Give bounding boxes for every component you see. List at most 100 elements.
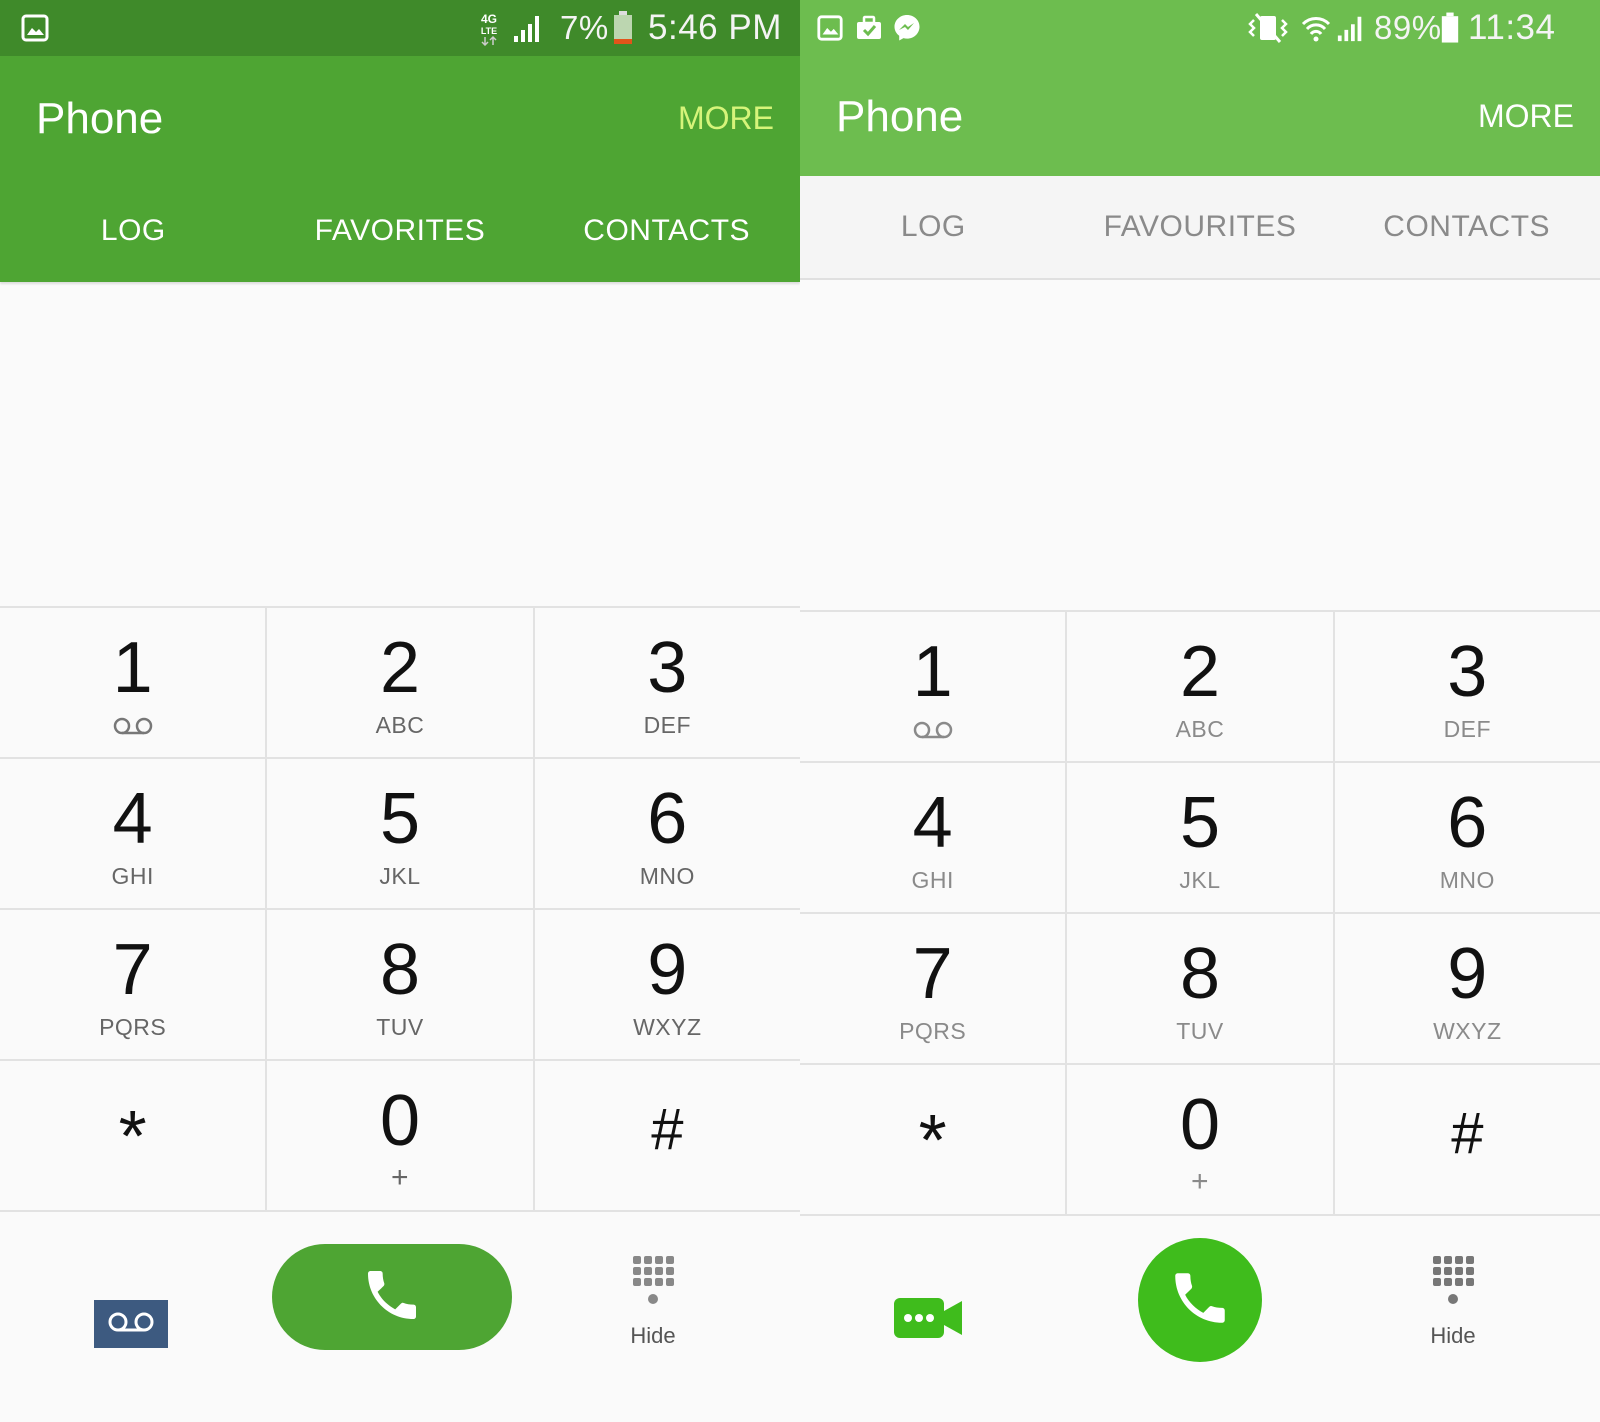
- key-letters: TUV: [376, 1014, 424, 1040]
- key-7[interactable]: 7 PQRS: [800, 914, 1068, 1063]
- key-digit: 6: [1447, 783, 1488, 863]
- key-letters: MNO: [1439, 867, 1495, 893]
- tab-contacts[interactable]: CONTACTS: [533, 180, 800, 282]
- key-digit: 8: [1179, 934, 1221, 1014]
- hide-keypad-button[interactable]: Hide: [600, 1254, 706, 1364]
- hide-label: Hide: [1430, 1323, 1476, 1348]
- key-letters: PQRS: [99, 1014, 167, 1040]
- key-1[interactable]: 1: [0, 608, 268, 757]
- key-digit: 0: [379, 1081, 421, 1161]
- key-5[interactable]: 5 JKL: [267, 759, 535, 908]
- key-digit: 4: [912, 783, 953, 863]
- key-letters: TUV: [1176, 1018, 1224, 1044]
- dial-row: * 0 + #: [0, 1061, 800, 1212]
- key-star[interactable]: *: [0, 1061, 268, 1210]
- tab-favorites[interactable]: FAVORITES: [267, 180, 534, 282]
- status-time: 5:46 PM: [648, 8, 782, 47]
- key-digit: 5: [379, 779, 421, 859]
- key-6[interactable]: 6 MNO: [1335, 763, 1600, 912]
- key-6[interactable]: 6 MNO: [535, 759, 800, 908]
- lte-icon: 4G LTE: [478, 0, 500, 56]
- key-9[interactable]: 9 WXYZ: [1335, 914, 1600, 1063]
- key-star[interactable]: *: [800, 1065, 1068, 1214]
- key-letters: DEF: [1443, 716, 1492, 742]
- key-4[interactable]: 4 GHI: [0, 759, 268, 908]
- key-2[interactable]: 2 ABC: [267, 608, 535, 757]
- key-digit: 2: [379, 628, 421, 708]
- call-button[interactable]: [1138, 1238, 1262, 1362]
- signal-icon: [512, 0, 544, 56]
- key-digit: 7: [912, 934, 953, 1014]
- key-digit: *: [118, 1097, 147, 1177]
- key-letters: JKL: [1179, 867, 1221, 893]
- hide-keypad-button[interactable]: Hide: [1400, 1254, 1506, 1364]
- tab-contacts[interactable]: CONTACTS: [1333, 176, 1600, 278]
- signal-icon: [1336, 0, 1366, 56]
- briefcase-icon: [854, 0, 884, 56]
- video-call-button[interactable]: [892, 1296, 964, 1344]
- status-bar: 89% 11:34: [800, 0, 1600, 56]
- key-9[interactable]: 9 WXYZ: [535, 910, 800, 1059]
- key-digit: 1: [112, 628, 153, 708]
- battery-icon: [1440, 0, 1460, 56]
- key-digit: 0: [1179, 1085, 1221, 1165]
- key-digit: 9: [1447, 934, 1488, 1014]
- key-letters: ABC: [1175, 716, 1225, 742]
- key-digit: #: [651, 1097, 684, 1162]
- tab-log[interactable]: LOG: [800, 176, 1067, 278]
- key-8[interactable]: 8 TUV: [1067, 914, 1335, 1063]
- app-bar: Phone MORE: [0, 56, 800, 180]
- key-8[interactable]: 8 TUV: [267, 910, 535, 1059]
- key-digit: 8: [379, 930, 421, 1010]
- key-letters: +: [1190, 1165, 1209, 1198]
- key-4[interactable]: 4 GHI: [800, 763, 1068, 912]
- key-letters: WXYZ: [633, 1014, 702, 1040]
- key-3[interactable]: 3 DEF: [535, 608, 800, 757]
- dial-row: 1 2 ABC 3 DEF: [0, 608, 800, 759]
- battery-percent: 89%: [1374, 9, 1442, 46]
- status-time: 11:34: [1468, 8, 1556, 47]
- more-button[interactable]: MORE: [678, 100, 774, 137]
- key-7[interactable]: 7 PQRS: [0, 910, 268, 1059]
- more-button[interactable]: MORE: [1478, 98, 1574, 135]
- keypad-icon: [631, 1254, 675, 1313]
- voicemail-button[interactable]: [94, 1300, 168, 1348]
- phone-screen-right: 89% 11:34 Phone MORE LOG FAVOURITES CONT…: [800, 0, 1600, 1422]
- app-title: Phone: [36, 94, 164, 143]
- key-2[interactable]: 2 ABC: [1067, 612, 1335, 761]
- dial-row: 4 GHI 5 JKL 6 MNO: [0, 759, 800, 910]
- key-5[interactable]: 5 JKL: [1067, 763, 1335, 912]
- key-letters: GHI: [111, 863, 154, 889]
- key-digit: 6: [647, 779, 688, 859]
- key-0[interactable]: 0 +: [1067, 1065, 1335, 1214]
- key-letters: +: [390, 1161, 409, 1194]
- wifi-icon: [1300, 0, 1332, 56]
- dial-pad: 1 2 ABC 3 DEF 4 GHI 5 JKL 6 MNO 7 PQRS 8…: [0, 606, 800, 1212]
- key-letters: MNO: [639, 863, 695, 889]
- key-digit: 3: [1447, 632, 1488, 712]
- voicemail-icon: [105, 1310, 157, 1339]
- key-hash[interactable]: #: [1335, 1065, 1600, 1214]
- tab-favourites[interactable]: FAVOURITES: [1067, 176, 1334, 278]
- dial-row: 7 PQRS 8 TUV 9 WXYZ: [800, 914, 1600, 1065]
- voicemail-glyph-icon: [112, 716, 154, 741]
- call-button[interactable]: [272, 1244, 512, 1350]
- messenger-icon: [892, 0, 922, 56]
- key-letters: ABC: [375, 712, 425, 738]
- key-digit: 3: [647, 628, 688, 708]
- gallery-icon: [20, 0, 50, 56]
- key-digit: 9: [647, 930, 688, 1010]
- tab-log[interactable]: LOG: [0, 180, 267, 282]
- key-letters: PQRS: [899, 1018, 967, 1044]
- bottom-bar: Hide: [800, 1216, 1600, 1422]
- key-0[interactable]: 0 +: [267, 1061, 535, 1210]
- battery-low-icon: [612, 0, 634, 56]
- video-call-icon: [892, 1295, 964, 1346]
- key-1[interactable]: 1: [800, 612, 1068, 761]
- vibrate-icon: [1246, 0, 1290, 56]
- key-digit: *: [918, 1101, 947, 1181]
- key-letters: GHI: [911, 867, 954, 893]
- app-title: Phone: [836, 92, 964, 141]
- key-hash[interactable]: #: [535, 1061, 800, 1210]
- key-3[interactable]: 3 DEF: [1335, 612, 1600, 761]
